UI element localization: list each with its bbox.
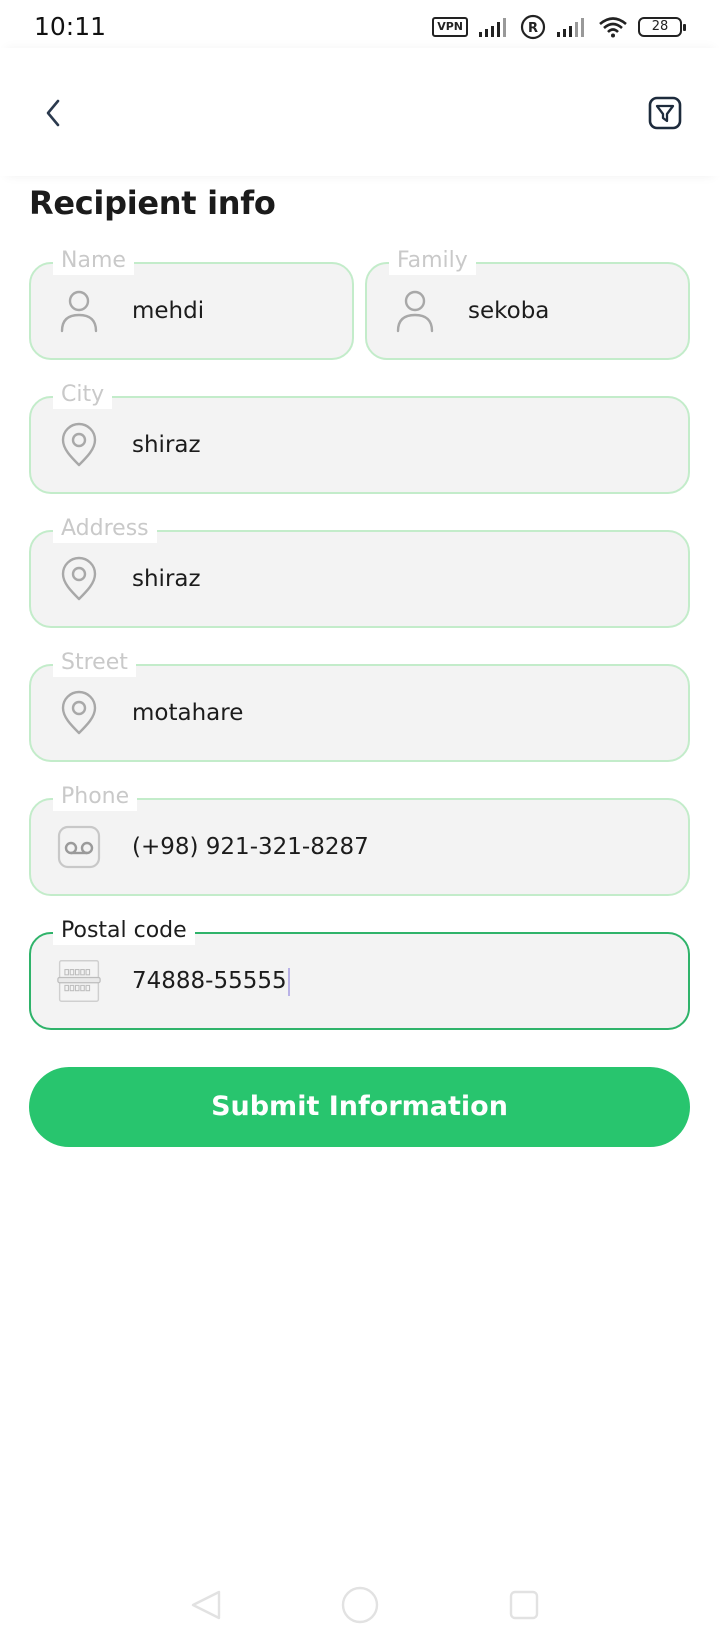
vpn-icon: VPN	[432, 17, 468, 37]
app-bar	[0, 48, 720, 176]
phone-input[interactable]: (+98) 921-321-8287	[132, 832, 369, 862]
submit-button[interactable]: Submit Information	[29, 1067, 690, 1147]
screen: 10:11 VPN R 28 Recipient info Name mehdi…	[0, 0, 720, 1650]
system-nav-bar	[0, 1580, 720, 1650]
user-icon	[393, 288, 437, 334]
signal-icon	[557, 18, 584, 37]
family-input[interactable]: sekoba	[468, 296, 549, 326]
postal-code-field[interactable]: Postal code 74888-55555	[29, 917, 690, 1030]
location-pin-icon	[57, 422, 101, 468]
postal-code-value: 74888-55555	[132, 968, 287, 994]
status-bar: 10:11 VPN R 28	[0, 0, 720, 50]
back-triangle-icon	[191, 1590, 221, 1620]
nav-recents-button[interactable]	[494, 1580, 554, 1630]
recents-square-icon	[509, 1590, 539, 1620]
name-label: Name	[53, 247, 134, 275]
family-field[interactable]: Family sekoba	[365, 247, 690, 360]
address-input[interactable]: shiraz	[132, 564, 201, 594]
filter-button[interactable]	[644, 92, 686, 134]
wifi-icon	[599, 17, 627, 38]
chevron-left-icon	[46, 99, 60, 127]
status-icons: VPN R 28	[432, 14, 686, 40]
mailbox-icon	[57, 958, 101, 1004]
text-caret	[287, 967, 290, 996]
city-label: City	[53, 381, 113, 409]
address-label: Address	[53, 515, 157, 543]
svg-text:R: R	[528, 21, 538, 36]
city-field[interactable]: City shiraz	[29, 381, 690, 494]
city-input[interactable]: shiraz	[132, 430, 201, 460]
name-field[interactable]: Name mehdi	[29, 247, 354, 360]
voicemail-icon	[57, 824, 101, 870]
street-input[interactable]: motahare	[132, 698, 243, 728]
location-pin-icon	[57, 556, 101, 602]
home-circle-icon	[341, 1586, 379, 1624]
phone-field[interactable]: Phone (+98) 921-321-8287	[29, 783, 690, 896]
filter-icon	[648, 96, 682, 130]
address-field[interactable]: Address shiraz	[29, 515, 690, 628]
family-label: Family	[389, 247, 476, 275]
nav-home-button[interactable]	[330, 1580, 390, 1630]
street-label: Street	[53, 649, 136, 677]
signal-icon	[479, 18, 506, 37]
user-icon	[57, 288, 101, 334]
status-time: 10:11	[34, 12, 107, 41]
phone-label: Phone	[53, 783, 138, 811]
location-pin-icon	[57, 690, 101, 736]
registered-icon: R	[520, 14, 546, 40]
street-field[interactable]: Street motahare	[29, 649, 690, 762]
back-button[interactable]	[34, 93, 74, 133]
postal-code-input[interactable]: 74888-55555	[132, 966, 290, 996]
name-input[interactable]: mehdi	[132, 296, 204, 326]
nav-back-button[interactable]	[176, 1580, 236, 1630]
battery-icon: 28	[638, 17, 686, 37]
postal-code-label: Postal code	[53, 917, 195, 945]
page-title: Recipient info	[29, 184, 276, 222]
